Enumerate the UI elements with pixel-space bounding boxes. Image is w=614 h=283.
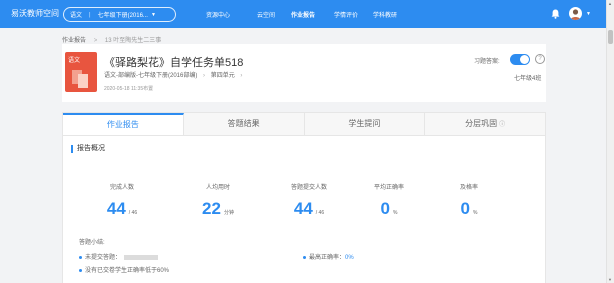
answer-toggle[interactable] (510, 54, 530, 65)
summary-unsubmitted: 未提交答题： (79, 252, 159, 261)
nav-homework-report[interactable]: 作业报告 (291, 10, 315, 19)
info-icon: ⓘ (499, 122, 506, 128)
stat-label: 及格率 (459, 185, 478, 191)
stat-label: 完成人数 (109, 185, 134, 191)
bullet-dot-icon (303, 255, 306, 259)
brand-name[interactable]: 易沃教师空间 (11, 8, 59, 19)
user-avatar[interactable] (569, 7, 582, 20)
stat-avg-time: 人均用时 22 分钟 (173, 182, 263, 219)
summary-title: 答题小结: (79, 240, 105, 246)
subject-cover: 语文 (65, 52, 97, 92)
stat-number: 44 (106, 199, 126, 218)
meta-separator-icon: › (203, 73, 206, 79)
report-tabs: 作业报告 答题结果 学生提问 分层巩固 ⓘ (62, 112, 546, 136)
stat-unit: % (473, 210, 478, 216)
stat-label: 平均正确率 (373, 185, 404, 191)
select-divider: | (89, 11, 91, 18)
below-60-text: 没有已交卷学生正确率低于60% (85, 268, 170, 274)
assigned-time: 2020-05-18 11:35布置 (104, 86, 154, 92)
stat-number: 44 (293, 199, 313, 218)
stat-label: 人均用时 (205, 185, 230, 191)
stat-unit: 分钟 (223, 210, 234, 216)
subject-label: 语文 (70, 13, 83, 19)
redacted-names (124, 254, 159, 260)
bell-icon[interactable] (551, 9, 560, 19)
highest-rate-value: 0% (345, 255, 354, 261)
highest-rate-label: 最高正确率： (309, 255, 346, 261)
unsubmitted-label: 未提交答题： (85, 255, 122, 261)
nav-resource-center[interactable]: 资源中心 (206, 10, 230, 19)
stat-avg-accuracy: 平均正确率 0% (344, 182, 434, 219)
report-panel: 报告概况 完成人数 44/ 46 人均用时 22 分钟 答题提交人数 44/ 46… (62, 136, 546, 283)
tab-homework-report[interactable]: 作业报告 (63, 113, 184, 135)
avatar-image (570, 9, 581, 20)
subject-grade-select[interactable]: 语文 | 七年级下册(2016... ▼ (63, 7, 176, 22)
scroll-thumb[interactable] (608, 30, 613, 44)
stat-completed: 完成人数 44/ 46 (77, 182, 167, 219)
cover-label: 语文 (68, 58, 81, 64)
task-meta: 语文-部编版-七年级下册(2016部编) › 第四单元 › (104, 70, 246, 79)
nav-learning-evaluation[interactable]: 学情评价 (334, 10, 358, 19)
avatar-chevron-icon[interactable]: ▼ (586, 11, 591, 17)
toggle-knob (520, 55, 529, 64)
class-name: 七年级4班 (514, 76, 542, 82)
task-header-card: 语文 《驿路梨花》自学任务单518 语文-部编版-七年级下册(2016部编) ›… (62, 44, 546, 102)
grade-book-label: 七年级下册(2016... (97, 13, 148, 19)
top-bar: 易沃教师空间 语文 | 七年级下册(2016... ▼ 资源中心 云空间 作业报… (0, 0, 614, 28)
stat-unit: / 46 (315, 210, 325, 216)
bullet-dot-icon (79, 255, 82, 259)
stat-number: 0 (460, 199, 470, 218)
help-icon[interactable]: ? (535, 54, 545, 64)
summary-highest-rate: 最高正确率：0% (303, 252, 354, 261)
summary-below-60: 没有已交卷学生正确率低于60% (79, 265, 169, 274)
nav-cloud-space[interactable]: 云空间 (257, 10, 275, 19)
stat-number: 22 (202, 199, 221, 218)
chevron-down-icon: ▼ (150, 11, 156, 18)
stat-submitted: 答题提交人数 44/ 46 (264, 182, 354, 219)
bullet-dot-icon (79, 268, 82, 272)
stat-number: 0 (380, 199, 390, 218)
section-title: 报告概况 (71, 145, 105, 153)
tab-answer-results[interactable]: 答题结果 (184, 113, 305, 135)
scroll-down-icon[interactable]: ▼ (608, 277, 612, 282)
task-title: 《驿路梨花》自学任务单518 (104, 57, 244, 69)
stat-unit: / 46 (128, 210, 138, 216)
stat-label: 答题提交人数 (290, 185, 327, 191)
nav-subject-research[interactable]: 学科教研 (373, 10, 397, 19)
textbook-info: 语文-部编版-七年级下册(2016部编) (104, 73, 198, 79)
tab-student-questions[interactable]: 学生提问 (305, 113, 426, 135)
tab-layered-consolidation[interactable]: 分层巩固 ⓘ (425, 113, 545, 135)
stat-unit: % (393, 210, 398, 216)
tab-layered-consolidation-label: 分层巩固 (465, 119, 498, 128)
breadcrumb: 作业报告 > 13 叶至陶先生二三事 (62, 35, 161, 44)
scroll-up-icon[interactable]: ▲ (608, 1, 612, 6)
unit-info: 第四单元 (210, 73, 235, 79)
answer-switch-label: 习题答案: (474, 59, 500, 65)
page-scrollbar[interactable]: ▲ ▼ (606, 0, 614, 283)
stat-pass-rate: 及格率 0% (424, 182, 514, 219)
meta-chevron-icon: › (240, 73, 243, 79)
book-illustration-icon (72, 70, 88, 88)
